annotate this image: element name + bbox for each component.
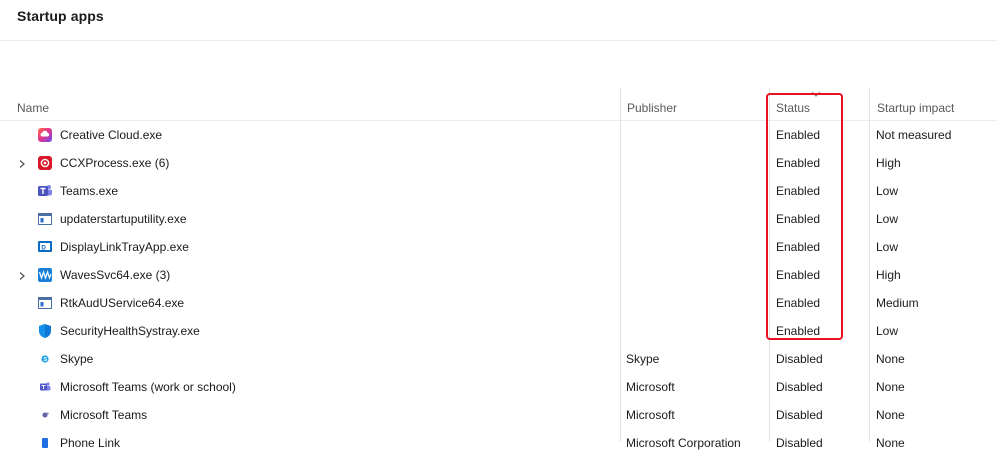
- app-publisher: Microsoft Corporation: [626, 436, 741, 450]
- security-shield-icon: [37, 323, 53, 339]
- app-status: Disabled: [776, 380, 823, 394]
- app-publisher: Microsoft: [626, 408, 675, 422]
- app-name: Microsoft Teams (work or school): [60, 380, 236, 394]
- app-startup-impact: Low: [876, 324, 899, 338]
- app-name: updaterstartuputility.exe: [60, 212, 187, 226]
- svg-text:D: D: [41, 244, 46, 251]
- app-startup-impact: High: [876, 268, 901, 282]
- table-row[interactable]: WavesSvc64.exe (3) Enabled High: [0, 261, 997, 289]
- app-startup-impact: Low: [876, 240, 899, 254]
- app-startup-impact: None: [876, 408, 905, 422]
- startup-apps-table: Name Publisher Status Startup impact Cre…: [0, 88, 997, 457]
- column-header-name-label: Name: [17, 101, 50, 115]
- app-publisher: Skype: [626, 352, 660, 366]
- app-startup-impact: None: [876, 352, 905, 366]
- app-status: Disabled: [776, 408, 823, 422]
- displaylink-icon: D: [37, 239, 53, 255]
- column-header-publisher-label: Publisher: [627, 101, 678, 115]
- column-header-startup-impact-label: Startup impact: [877, 101, 955, 115]
- title-divider: [0, 40, 997, 41]
- app-startup-impact: Low: [876, 184, 899, 198]
- app-name: CCXProcess.exe (6): [60, 156, 170, 170]
- table-row[interactable]: SecurityHealthSystray.exe Enabled Low: [0, 317, 997, 345]
- app-window-icon: [37, 295, 53, 311]
- table-row[interactable]: updaterstartuputility.exe Enabled Low: [0, 205, 997, 233]
- teams-icon: [37, 183, 53, 199]
- ccx-process-icon: [37, 155, 53, 171]
- teams-small-icon: [37, 407, 53, 423]
- app-name: Microsoft Teams: [60, 408, 148, 422]
- table-row[interactable]: Creative Cloud.exe Enabled Not measured: [0, 121, 997, 149]
- expand-chevron-icon[interactable]: [17, 158, 27, 168]
- app-publisher: Microsoft: [626, 380, 675, 394]
- phone-link-icon: [37, 435, 53, 451]
- app-name: SecurityHealthSystray.exe: [60, 324, 200, 338]
- table-row[interactable]: Phone Link Microsoft Corporation Disabled N…: [0, 429, 997, 457]
- table-header: Name Publisher Status Startup impact: [0, 88, 997, 121]
- table-row[interactable]: RtkAudUService64.exe Enabled Medium: [0, 289, 997, 317]
- app-name: RtkAudUService64.exe: [60, 296, 185, 310]
- app-window-icon: [37, 211, 53, 227]
- creative-cloud-icon: [37, 127, 53, 143]
- table-row[interactable]: D DisplayLinkTrayApp.exe Enabled Low: [0, 233, 997, 261]
- app-startup-impact: None: [876, 436, 905, 450]
- app-status: Disabled: [776, 352, 823, 366]
- app-startup-impact: Low: [876, 212, 899, 226]
- app-name: DisplayLinkTrayApp.exe: [60, 240, 189, 254]
- app-name: Teams.exe: [60, 184, 119, 198]
- table-row[interactable]: Teams.exe Enabled Low: [0, 177, 997, 205]
- app-startup-impact: Medium: [876, 296, 919, 310]
- expand-chevron-icon[interactable]: [17, 270, 27, 280]
- table-row[interactable]: Microsoft Teams (work or school) Microsof…: [0, 373, 997, 401]
- column-header-publisher[interactable]: Publisher: [620, 88, 770, 120]
- app-status: Disabled: [776, 436, 823, 450]
- skype-icon: S: [37, 351, 53, 367]
- teams-work-icon: [37, 379, 53, 395]
- table-row[interactable]: S Skype Skype Disabled None: [0, 345, 997, 373]
- status-highlight-box: [766, 93, 843, 340]
- table-row[interactable]: Microsoft Teams Microsoft Disabled None: [0, 401, 997, 429]
- app-name: Phone Link: [60, 436, 121, 450]
- table-row[interactable]: CCXProcess.exe (6) Enabled High: [0, 149, 997, 177]
- app-startup-impact: High: [876, 156, 901, 170]
- app-startup-impact: Not measured: [876, 128, 952, 142]
- column-header-name[interactable]: Name: [0, 88, 620, 120]
- app-name: Skype: [60, 352, 94, 366]
- svg-text:S: S: [44, 357, 48, 363]
- column-header-startup-impact[interactable]: Startup impact: [869, 88, 997, 120]
- page-title: Startup apps: [17, 8, 104, 24]
- table-body: Creative Cloud.exe Enabled Not measured CCX…: [0, 121, 997, 457]
- app-startup-impact: None: [876, 380, 905, 394]
- waves-icon: [37, 267, 53, 283]
- app-name: Creative Cloud.exe: [60, 128, 163, 142]
- app-name: WavesSvc64.exe (3): [60, 268, 171, 282]
- column-divider: [620, 88, 621, 442]
- column-divider: [869, 88, 870, 442]
